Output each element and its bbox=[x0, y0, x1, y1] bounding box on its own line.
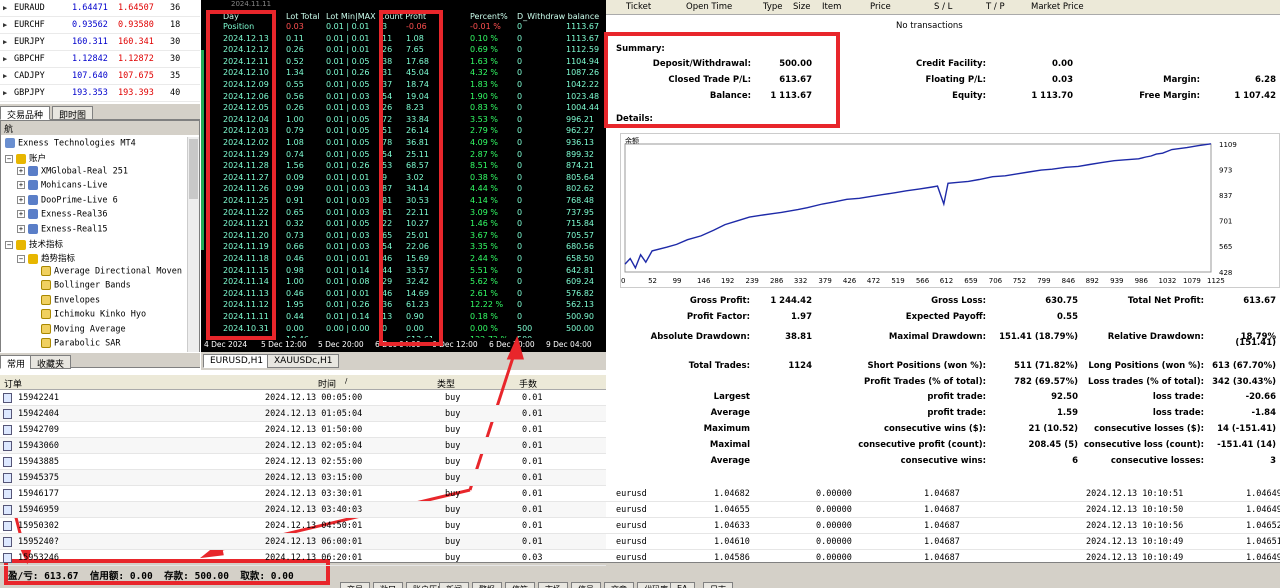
table-row[interactable]: 15943060 2024.12.13 02:05:04 buy 0.01 bbox=[0, 438, 606, 454]
order-cell: buy bbox=[445, 409, 461, 419]
table-row[interactable]: 1595240? 2024.12.13 06:00:01 buy 0.01 bbox=[0, 534, 606, 550]
order-cell: 0.03 bbox=[522, 553, 543, 563]
order-cell: buy bbox=[445, 489, 461, 499]
order-cell: 2024.12.13 01:50:00 bbox=[265, 425, 363, 435]
order-cell: 0.01 bbox=[522, 537, 543, 547]
order-cell: 0.01 bbox=[522, 425, 543, 435]
order-cell: buy bbox=[445, 457, 461, 467]
order-icon bbox=[3, 393, 12, 403]
table-row[interactable]: 15946959 2024.12.13 03:40:03 buy 0.01 bbox=[0, 502, 606, 518]
order-cell: 0.01 bbox=[522, 409, 543, 419]
order-icon bbox=[3, 553, 12, 563]
order-cell: buy bbox=[445, 537, 461, 547]
order-cell: 2024.12.13 03:40:03 bbox=[265, 505, 363, 515]
order-cell: 15943060 bbox=[18, 441, 59, 451]
table-row[interactable]: 15946177 2024.12.13 03:30:01 buy 0.01 bbox=[0, 486, 606, 502]
table-row[interactable]: 15945375 2024.12.13 03:15:00 buy 0.01 bbox=[0, 470, 606, 486]
table-row[interactable]: 15953246 2024.12.13 06:20:01 buy 0.03 bbox=[0, 550, 606, 566]
order-cell: 1595240? bbox=[18, 537, 59, 547]
order-cell: buy bbox=[445, 553, 461, 563]
order-cell: 2024.12.13 03:15:00 bbox=[265, 473, 363, 483]
order-cell: 2024.12.13 04:50:01 bbox=[265, 521, 363, 531]
table-row[interactable]: 15942709 2024.12.13 01:50:00 buy 0.01 bbox=[0, 422, 606, 438]
order-icon bbox=[3, 489, 12, 499]
order-cell: 0.01 bbox=[522, 505, 543, 515]
order-icon bbox=[3, 521, 12, 531]
order-icon bbox=[3, 505, 12, 515]
table-row[interactable]: 15942241 2024.12.13 00:05:00 buy 0.01 bbox=[0, 390, 606, 406]
order-cell: 2024.12.13 00:05:00 bbox=[265, 393, 363, 403]
order-cell: 0.01 bbox=[522, 441, 543, 451]
order-cell: buy bbox=[445, 425, 461, 435]
order-icon bbox=[3, 537, 12, 547]
order-cell: 0.01 bbox=[522, 393, 543, 403]
order-cell: buy bbox=[445, 473, 461, 483]
order-cell: 2024.12.13 02:55:00 bbox=[265, 457, 363, 467]
table-row[interactable]: 15950302 2024.12.13 04:50:01 buy 0.01 bbox=[0, 518, 606, 534]
order-icon bbox=[3, 473, 12, 483]
order-icon bbox=[3, 409, 12, 419]
order-cell: 15950302 bbox=[18, 521, 59, 531]
order-cell: 0.01 bbox=[522, 521, 543, 531]
order-icon bbox=[3, 425, 12, 435]
order-cell: 0.01 bbox=[522, 489, 543, 499]
order-cell: 15942404 bbox=[18, 409, 59, 419]
order-cell: 0.01 bbox=[522, 457, 543, 467]
order-cell: buy bbox=[445, 441, 461, 451]
order-cell: buy bbox=[445, 505, 461, 515]
order-cell: 15943885 bbox=[18, 457, 59, 467]
table-row[interactable]: 15942404 2024.12.13 01:05:04 buy 0.01 bbox=[0, 406, 606, 422]
order-cell: 15942709 bbox=[18, 425, 59, 435]
order-icon bbox=[3, 457, 12, 467]
order-cell: 2024.12.13 02:05:04 bbox=[265, 441, 363, 451]
order-cell: 2024.12.13 01:05:04 bbox=[265, 409, 363, 419]
order-cell: 15942241 bbox=[18, 393, 59, 403]
order-cell: 15953246 bbox=[18, 553, 59, 563]
order-cell: buy bbox=[445, 521, 461, 531]
order-cell: 2024.12.13 03:30:01 bbox=[265, 489, 363, 499]
order-icon bbox=[3, 441, 12, 451]
order-cell: 15946177 bbox=[18, 489, 59, 499]
order-cell: 0.01 bbox=[522, 473, 543, 483]
order-cell: buy bbox=[445, 393, 461, 403]
order-cell: 15945375 bbox=[18, 473, 59, 483]
table-row[interactable]: 15943885 2024.12.13 02:55:00 buy 0.01 bbox=[0, 454, 606, 470]
order-cell: 2024.12.13 06:00:01 bbox=[265, 537, 363, 547]
order-cell: 2024.12.13 06:20:01 bbox=[265, 553, 363, 563]
order-cell: 15946959 bbox=[18, 505, 59, 515]
